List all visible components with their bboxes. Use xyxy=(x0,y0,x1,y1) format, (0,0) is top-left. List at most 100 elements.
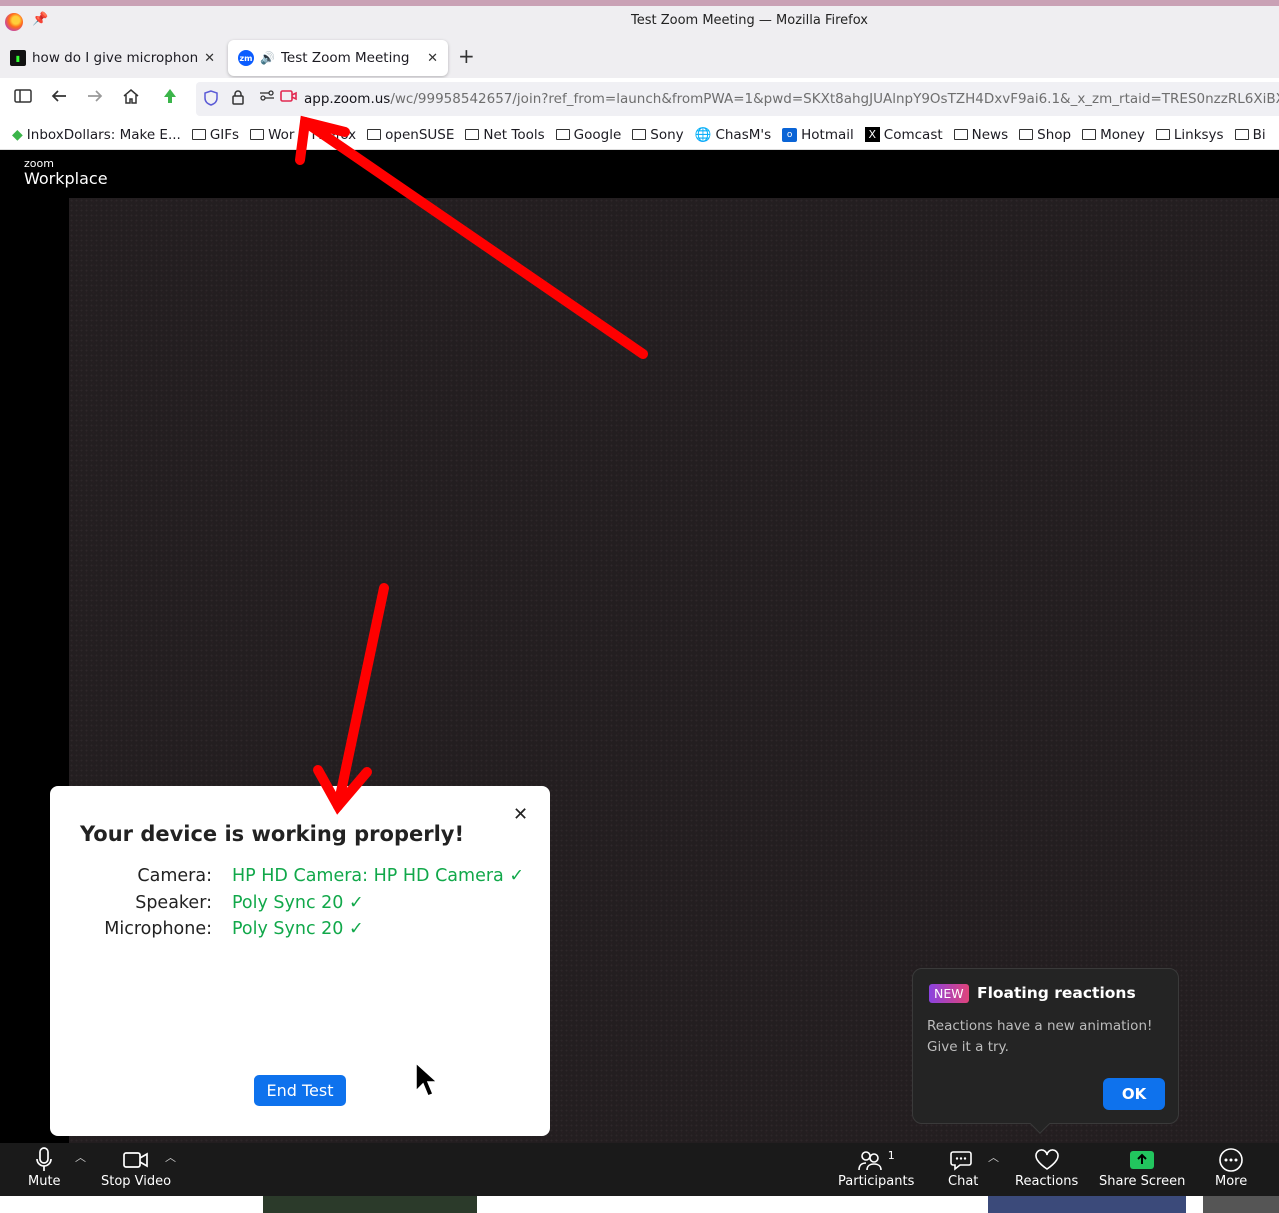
underlying-page-strip xyxy=(0,1196,1279,1213)
bookmark-sony[interactable]: Sony xyxy=(632,127,684,143)
bookmark-label: Google xyxy=(573,126,622,143)
url-path: /wc/99958542657/join?ref_from=launch&fro… xyxy=(390,91,1279,107)
bookmark-money[interactable]: Money xyxy=(1082,127,1145,143)
tab-test-zoom-meeting[interactable]: zm 🔊 Test Zoom Meeting ✕ xyxy=(228,40,448,76)
chat-options-caret-icon[interactable]: ︿ xyxy=(988,1149,999,1165)
bookmark-comcast[interactable]: X Comcast xyxy=(864,127,943,143)
zoom-workplace-logo: zoom Workplace xyxy=(24,158,108,188)
site-favicon-icon: ▮ xyxy=(10,50,26,66)
tab-microphone-question[interactable]: ▮ how do I give microphone ✕ xyxy=(0,40,225,76)
new-tab-plus-icon[interactable]: + xyxy=(458,44,475,68)
bookmark-bi[interactable]: Bi xyxy=(1234,126,1266,143)
reactions-label: Reactions xyxy=(1015,1174,1079,1189)
zoom-favicon-icon: zm xyxy=(238,50,254,66)
microphone-icon xyxy=(35,1146,53,1174)
bookmark-label: Net Tools xyxy=(483,126,545,143)
folder-icon xyxy=(953,129,968,140)
audio-options-caret-icon[interactable]: ︿ xyxy=(75,1149,86,1165)
folder-icon xyxy=(1019,129,1034,140)
thumbnail-image xyxy=(1203,1196,1279,1213)
mute-label: Mute xyxy=(28,1174,61,1189)
bookmark-gifs[interactable]: GIFs xyxy=(191,127,239,143)
tracking-protection-shield-icon[interactable] xyxy=(204,90,218,110)
back-arrow-icon[interactable] xyxy=(50,88,68,107)
close-icon[interactable]: ✕ xyxy=(513,804,528,825)
bookmark-label: Shop xyxy=(1037,126,1072,143)
bookmark-label: Wor xyxy=(268,126,295,143)
extension-recycle-icon[interactable] xyxy=(161,88,179,108)
folder-icon xyxy=(250,129,265,140)
toast-body: Reactions have a new animation! Give it … xyxy=(927,1018,1153,1055)
bookmark-label: Firefox xyxy=(311,126,357,143)
meeting-controls-toolbar: Mute ︿ Stop Video ︿ 1 Participants Chat … xyxy=(0,1143,1279,1196)
video-camera-icon xyxy=(123,1146,149,1174)
bookmark-label: ChasM's xyxy=(715,126,772,143)
bookmark-net-tools[interactable]: Net Tools xyxy=(465,126,545,143)
bookmark-chasms[interactable]: 🌐 ChasM's xyxy=(695,127,772,143)
bookmark-label: Hotmail xyxy=(801,126,854,143)
speaker-playing-icon[interactable]: 🔊 xyxy=(260,51,275,65)
speaker-label: Speaker: xyxy=(135,893,212,913)
bookmark-news[interactable]: News xyxy=(953,127,1008,143)
participants-icon: 1 xyxy=(857,1146,895,1174)
bookmark-opensuse[interactable]: openSUSE xyxy=(367,127,454,143)
folder-icon xyxy=(1082,129,1097,140)
more-button[interactable]: More xyxy=(1215,1146,1247,1189)
bookmark-wor[interactable]: Wor xyxy=(250,127,294,143)
heart-icon xyxy=(1034,1146,1060,1174)
tab-label: Test Zoom Meeting xyxy=(280,50,410,66)
tab-close-icon[interactable]: ✕ xyxy=(427,51,438,66)
speaker-row: Speaker: Poly Sync 20 ✓ xyxy=(80,893,364,913)
padlock-icon[interactable] xyxy=(232,90,244,109)
bookmark-firefox[interactable]: Firefox xyxy=(311,127,356,143)
end-test-button[interactable]: End Test xyxy=(254,1075,346,1106)
speaker-value: Poly Sync 20 ✓ xyxy=(232,893,364,913)
chat-bubble-icon xyxy=(950,1146,976,1174)
bookmark-label: Bi xyxy=(1252,126,1266,143)
mute-button[interactable]: Mute xyxy=(28,1146,61,1189)
x-icon: X xyxy=(864,127,880,142)
bookmark-label: Linksys xyxy=(1173,126,1224,143)
stop-video-label: Stop Video xyxy=(101,1174,172,1189)
mouse-pointer-icon xyxy=(415,1061,439,1097)
bookmarks-toolbar: ◆ InboxDollars: Make E... GIFs Wor Firefo… xyxy=(0,120,1279,150)
camera-in-use-icon[interactable] xyxy=(280,90,297,106)
url-bar[interactable]: app.zoom.us/wc/99958542657/join?ref_from… xyxy=(196,82,1279,116)
sidebar-toggle-icon[interactable] xyxy=(14,88,32,107)
bookmark-hotmail[interactable]: o Hotmail xyxy=(782,127,854,143)
logo-big-text: Workplace xyxy=(24,169,108,188)
forward-arrow-icon[interactable] xyxy=(86,88,104,107)
url-text[interactable]: app.zoom.us/wc/99958542657/join?ref_from… xyxy=(304,91,1279,107)
participants-count: 1 xyxy=(887,1148,895,1162)
home-icon[interactable] xyxy=(122,88,140,108)
thumbnail-image xyxy=(263,1196,477,1213)
share-screen-label: Share Screen xyxy=(1099,1174,1186,1189)
bookmark-google[interactable]: Google xyxy=(555,126,622,143)
share-screen-button[interactable]: Share Screen xyxy=(1099,1146,1185,1189)
thumbnail-image xyxy=(988,1196,1186,1213)
chat-button[interactable]: Chat xyxy=(948,1146,978,1189)
folder-icon xyxy=(1155,129,1170,140)
window-title: Test Zoom Meeting — Mozilla Firefox xyxy=(631,13,868,28)
video-options-caret-icon[interactable]: ︿ xyxy=(165,1149,176,1165)
ok-button[interactable]: OK xyxy=(1103,1078,1165,1110)
stop-video-button[interactable]: Stop Video xyxy=(101,1146,171,1189)
tab-close-icon[interactable]: ✕ xyxy=(204,51,215,66)
tab-strip: ▮ how do I give microphone ✕ zm 🔊 Test Z… xyxy=(0,40,1279,78)
permissions-icon[interactable] xyxy=(259,90,275,106)
folder-icon xyxy=(632,129,647,140)
device-test-dialog: ✕ Your device is working properly! Camer… xyxy=(50,786,550,1136)
participants-button[interactable]: 1 Participants xyxy=(838,1146,914,1190)
bookmark-linksys[interactable]: Linksys xyxy=(1155,126,1224,143)
more-label: More xyxy=(1215,1174,1248,1189)
tab-label: how do I give microphone xyxy=(32,50,199,66)
inboxdollars-icon: ◆ xyxy=(12,126,23,143)
bookmark-shop[interactable]: Shop xyxy=(1019,127,1071,143)
microphone-row: Microphone: Poly Sync 20 ✓ xyxy=(80,919,363,939)
bookmark-inboxdollars[interactable]: ◆ InboxDollars: Make E... xyxy=(12,127,181,143)
bookmark-label: InboxDollars: Make E... xyxy=(26,126,181,143)
reactions-button[interactable]: Reactions xyxy=(1015,1146,1078,1189)
window-titlebar: 📌 Test Zoom Meeting — Mozilla Firefox xyxy=(0,0,1279,40)
camera-value: HP HD Camera: HP HD Camera ✓ xyxy=(232,866,524,886)
folder-icon xyxy=(367,129,382,140)
